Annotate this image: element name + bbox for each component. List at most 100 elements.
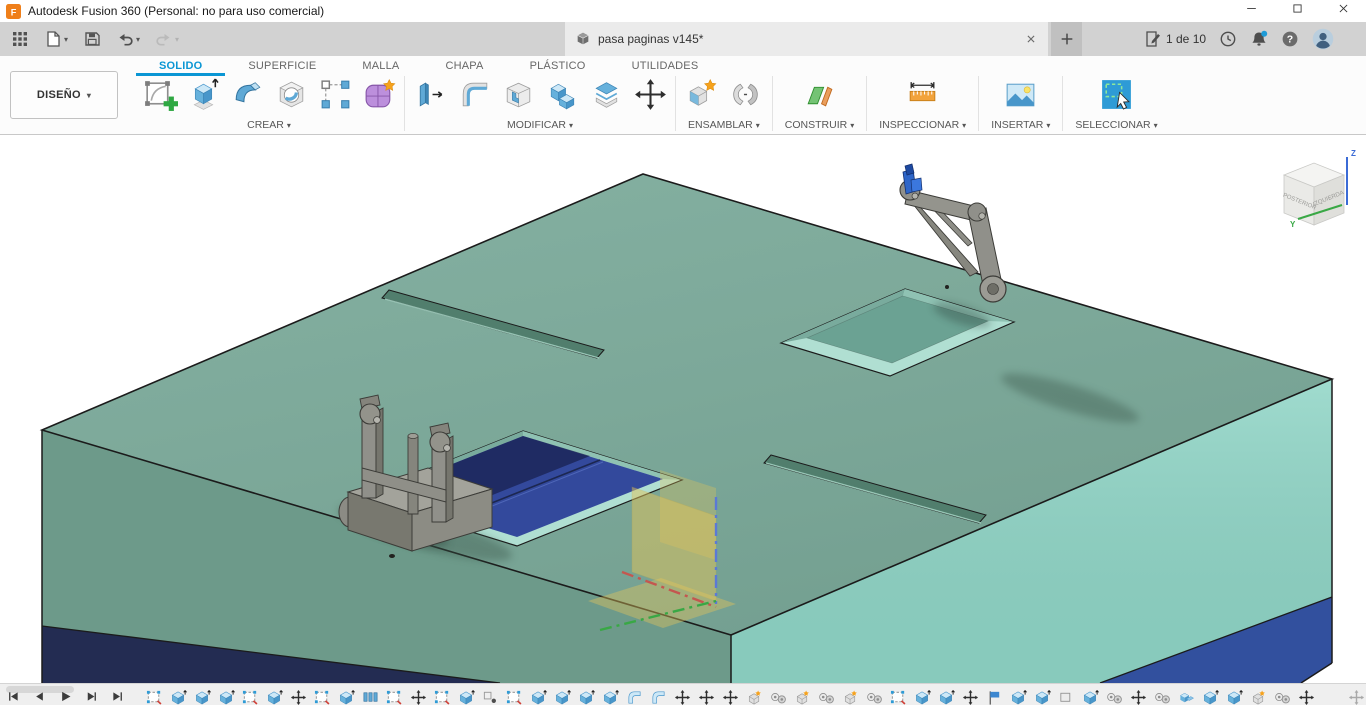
timeline-feature-31-joint[interactable]	[866, 689, 883, 705]
timeline-feature-26-component[interactable]	[746, 689, 763, 705]
timeline-feature-24-move[interactable]	[698, 689, 715, 705]
qat-undo-button[interactable]: ▾	[113, 28, 143, 50]
timeline-pb-first-button[interactable]	[6, 689, 21, 704]
tool-revolve-button[interactable]	[225, 76, 269, 118]
timeline-feature-34-extrude[interactable]	[938, 689, 955, 705]
tool-form-button[interactable]	[357, 76, 401, 118]
group-label-construir[interactable]: CONSTRUIR▾	[776, 119, 863, 131]
qat-app-launcher-button[interactable]	[8, 28, 32, 50]
timeline-feature-48-joint[interactable]	[1274, 689, 1291, 705]
group-label-ensamblar[interactable]: ENSAMBLAR▾	[679, 119, 769, 131]
timeline-feature-35-move[interactable]	[962, 689, 979, 705]
timeline-feature-27-joint[interactable]	[770, 689, 787, 705]
tool-move-button[interactable]	[628, 76, 672, 118]
group-label-crear[interactable]: CREAR▾	[238, 119, 300, 131]
timeline-feature-47-component[interactable]	[1250, 689, 1267, 705]
group-label-inspeccionar[interactable]: INSPECCIONAR▾	[870, 119, 975, 131]
timeline-feature-49-move[interactable]	[1298, 689, 1315, 705]
minimize-button[interactable]	[1228, 0, 1274, 22]
close-tab-icon[interactable]	[1024, 32, 1038, 46]
timeline-feature-46-extrude[interactable]	[1226, 689, 1243, 705]
ribbon-tab-superficie[interactable]: SUPERFICIE	[225, 56, 339, 76]
timeline-feature-13-sketch[interactable]	[434, 689, 451, 705]
ribbon-tab-plastico[interactable]: PLÁSTICO	[507, 56, 609, 76]
timeline-feature-40-extrude[interactable]	[1082, 689, 1099, 705]
timeline-feature-20-extrude[interactable]	[602, 689, 619, 705]
timeline-feature-36-flag[interactable]	[986, 689, 1003, 705]
group-label-modificar[interactable]: MODIFICAR▾	[498, 119, 582, 131]
tool-joint-button[interactable]	[724, 76, 768, 118]
tool-hole-button[interactable]	[269, 76, 313, 118]
job-status[interactable]	[1219, 30, 1237, 48]
profile[interactable]	[1312, 28, 1334, 50]
timeline-feature-43-joint[interactable]	[1154, 689, 1171, 705]
timeline-feature-9-extrude[interactable]	[338, 689, 355, 705]
maximize-button[interactable]	[1274, 0, 1320, 22]
tool-new-component-button[interactable]	[680, 76, 724, 118]
tool-select-button[interactable]	[1094, 76, 1138, 118]
new-tab-button[interactable]	[1051, 22, 1082, 56]
timeline-feature-22-fillet[interactable]	[650, 689, 667, 705]
ribbon-tab-solido[interactable]: SOLIDO	[136, 56, 225, 76]
viewport-3d[interactable]	[0, 135, 1366, 683]
timeline-feature-12-move[interactable]	[410, 689, 427, 705]
tool-fillet-button[interactable]	[452, 76, 496, 118]
timeline-feature-6-extrude[interactable]	[266, 689, 283, 705]
timeline-feature-33-extrude[interactable]	[914, 689, 931, 705]
tool-pattern-button[interactable]	[313, 76, 357, 118]
tool-shell-button[interactable]	[496, 76, 540, 118]
timeline-feature-2-extrude[interactable]	[170, 689, 187, 705]
tool-measure-button[interactable]	[901, 76, 945, 118]
timeline-feature-28-component[interactable]	[794, 689, 811, 705]
timeline-feature-23-move[interactable]	[674, 689, 691, 705]
document-tab[interactable]: pasa paginas v145*	[565, 22, 1048, 56]
ribbon-tab-utilidades[interactable]: UTILIDADES	[609, 56, 722, 76]
timeline-feature-25-move[interactable]	[722, 689, 739, 705]
timeline-feature-7-move[interactable]	[290, 689, 307, 705]
timeline-feature-11-sketch[interactable]	[386, 689, 403, 705]
group-label-seleccionar[interactable]: SELECCIONAR▾	[1066, 119, 1166, 131]
qat-file-menu-button[interactable]: ▾	[41, 28, 71, 50]
timeline-feature-14-extrude[interactable]	[458, 689, 475, 705]
timeline-feature-44-combine[interactable]	[1178, 689, 1195, 705]
timeline-feature-1-sketch[interactable]	[146, 689, 163, 705]
timeline-feature-29-joint[interactable]	[818, 689, 835, 705]
tool-combine-button[interactable]	[540, 76, 584, 118]
timeline-end-marker[interactable]	[1348, 689, 1365, 705]
timeline-feature-37-extrude[interactable]	[1010, 689, 1027, 705]
timeline-feature-19-extrude[interactable]	[578, 689, 595, 705]
timeline-feature-3-extrude[interactable]	[194, 689, 211, 705]
tool-press-pull-button[interactable]	[408, 76, 452, 118]
close-button[interactable]	[1320, 0, 1366, 22]
timeline-pb-last-button[interactable]	[110, 689, 125, 704]
timeline-feature-8-sketch[interactable]	[314, 689, 331, 705]
timeline-feature-4-extrude[interactable]	[218, 689, 235, 705]
group-label-insertar[interactable]: INSERTAR▾	[982, 119, 1059, 131]
timeline-feature-18-extrude[interactable]	[554, 689, 571, 705]
timeline-feature-39-box[interactable]	[1058, 689, 1075, 705]
timeline-feature-30-component[interactable]	[842, 689, 859, 705]
tool-construction-plane-button[interactable]	[798, 76, 842, 118]
notifications[interactable]	[1250, 30, 1268, 48]
timeline-feature-16-sketch[interactable]	[506, 689, 523, 705]
timeline-pb-prev-button[interactable]	[32, 689, 47, 704]
tool-insert-image-button[interactable]	[999, 76, 1043, 118]
version-indicator[interactable]: 1 de 10	[1144, 30, 1206, 48]
ribbon-tab-chapa[interactable]: CHAPA	[422, 56, 506, 76]
timeline-feature-17-extrude[interactable]	[530, 689, 547, 705]
timeline-pb-play-button[interactable]	[58, 689, 73, 704]
ribbon-tab-malla[interactable]: MALLA	[339, 56, 422, 76]
timeline-feature-32-sketch[interactable]	[890, 689, 907, 705]
qat-save-button[interactable]	[80, 28, 104, 50]
tool-extrude-button[interactable]	[181, 76, 225, 118]
timeline-feature-5-sketch[interactable]	[242, 689, 259, 705]
timeline-pb-next-button[interactable]	[84, 689, 99, 704]
tool-create-sketch-button[interactable]	[137, 76, 181, 118]
timeline-feature-45-extrude[interactable]	[1202, 689, 1219, 705]
design-mode-dropdown[interactable]: DISEÑO ▾	[10, 71, 118, 119]
timeline-feature-42-move[interactable]	[1130, 689, 1147, 705]
timeline-feature-21-fillet[interactable]	[626, 689, 643, 705]
timeline-feature-10-pattern[interactable]	[362, 689, 379, 705]
timeline-feature-15-point[interactable]	[482, 689, 499, 705]
viewcube[interactable]: POSTERIOR IZQUIERDA Z Y	[1268, 145, 1364, 237]
